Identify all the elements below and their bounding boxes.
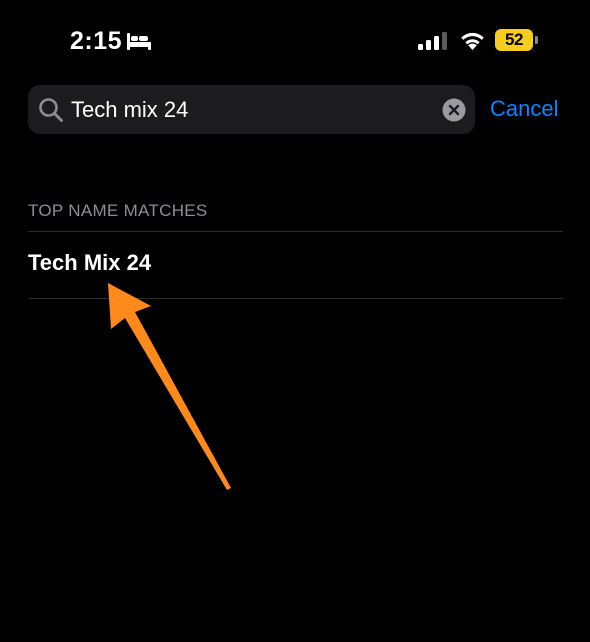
result-label: Tech Mix 24 — [28, 250, 152, 275]
bed-icon — [127, 33, 151, 50]
battery-icon: 52 — [495, 29, 540, 51]
wifi-icon — [461, 32, 484, 50]
status-bar: 2:15 52 — [0, 0, 590, 80]
search-input[interactable]: Tech mix 24 — [71, 85, 431, 134]
cancel-button[interactable]: Cancel — [490, 95, 558, 123]
search-field[interactable]: Tech mix 24 — [28, 85, 475, 134]
annotation-arrow-shape — [108, 283, 231, 490]
status-time: 2:15 — [70, 27, 123, 55]
divider-top — [28, 231, 563, 232]
battery-cap — [535, 36, 538, 44]
battery-level: 52 — [505, 30, 523, 49]
search-icon — [39, 98, 63, 122]
clear-icon[interactable] — [442, 98, 466, 122]
section-header-top-name-matches: TOP NAME MATCHES — [28, 201, 208, 220]
signal-icon — [418, 32, 447, 50]
divider-bottom — [28, 298, 563, 299]
result-row[interactable]: Tech Mix 24 — [0, 233, 590, 298]
